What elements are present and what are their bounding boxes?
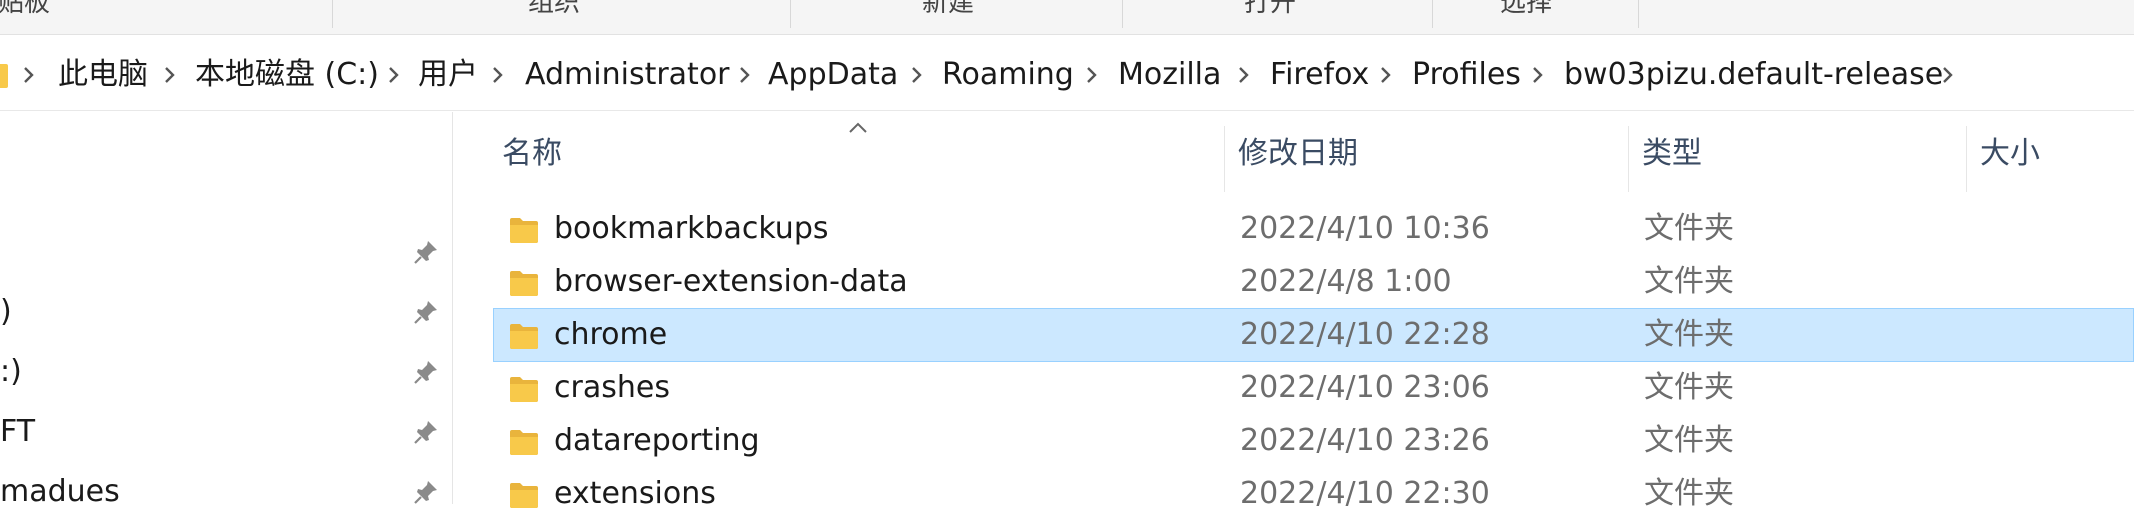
- crumb-mozilla[interactable]: Mozilla: [1118, 57, 1221, 93]
- file-type: 文件夹: [1644, 423, 1734, 458]
- file-date: 2022/4/10 10:36: [1240, 211, 1490, 246]
- folder-icon: [509, 216, 539, 244]
- crumb-this-pc[interactable]: 此电脑: [58, 57, 148, 93]
- column-header-type[interactable]: 类型: [1642, 134, 1702, 174]
- nav-item[interactable]: madues: [0, 466, 452, 518]
- folder-icon: [509, 269, 539, 297]
- chevron-right-icon[interactable]: [732, 62, 758, 88]
- ribbon-group-new[interactable]: 新建: [922, 0, 974, 20]
- ribbon-group-organize[interactable]: 组织: [528, 0, 580, 20]
- file-date: 2022/4/8 1:00: [1240, 264, 1452, 299]
- ribbon-divider: [1122, 0, 1123, 28]
- file-name: extensions: [554, 476, 716, 511]
- ribbon: 剪贴板 组织 新建 打开 选择: [0, 0, 2134, 35]
- chevron-right-icon[interactable]: [485, 62, 511, 88]
- list-item-selected[interactable]: chrome 2022/4/10 22:28 文件夹: [493, 308, 2134, 362]
- column-headers: 名称 修改日期 类型 大小: [454, 112, 2134, 202]
- file-name: datareporting: [554, 423, 760, 458]
- sort-ascending-icon: [847, 120, 869, 134]
- chevron-right-icon[interactable]: [1079, 62, 1105, 88]
- chevron-right-icon[interactable]: [1935, 62, 1961, 88]
- file-date: 2022/4/10 23:26: [1240, 423, 1490, 458]
- file-name: crashes: [554, 370, 670, 405]
- crumb-roaming[interactable]: Roaming: [942, 57, 1074, 93]
- ribbon-divider: [790, 0, 791, 28]
- list-item[interactable]: extensions 2022/4/10 22:30 文件夹: [493, 467, 2134, 521]
- nav-item[interactable]: ): [0, 286, 452, 338]
- list-item[interactable]: datareporting 2022/4/10 23:26 文件夹: [493, 414, 2134, 468]
- chevron-right-icon[interactable]: [904, 62, 930, 88]
- file-name: chrome: [554, 317, 668, 352]
- folder-icon: [509, 322, 539, 350]
- nav-item[interactable]: FT: [0, 406, 452, 458]
- ribbon-group-clipboard[interactable]: 剪贴板: [0, 0, 50, 20]
- column-divider[interactable]: [1224, 126, 1225, 192]
- chevron-right-icon[interactable]: [1525, 62, 1551, 88]
- pin-icon[interactable]: [412, 238, 440, 266]
- column-header-size[interactable]: 大小: [1980, 134, 2040, 174]
- folder-icon: [509, 428, 539, 456]
- chevron-right-icon[interactable]: [381, 62, 407, 88]
- crumb-users[interactable]: 用户: [418, 57, 478, 93]
- ribbon-divider: [1432, 0, 1433, 28]
- file-name: browser-extension-data: [554, 264, 908, 299]
- ribbon-group-open[interactable]: 打开: [1244, 0, 1296, 20]
- ribbon-group-select[interactable]: 选择: [1500, 0, 1552, 20]
- file-type: 文件夹: [1644, 370, 1734, 405]
- pin-icon[interactable]: [412, 298, 440, 326]
- ribbon-divider: [332, 0, 333, 28]
- file-type: 文件夹: [1644, 211, 1734, 246]
- nav-item-label: :): [0, 354, 22, 389]
- nav-item-label: madues: [0, 474, 120, 509]
- list-item[interactable]: bookmarkbackups 2022/4/10 10:36 文件夹: [493, 202, 2134, 256]
- crumb-local-disk[interactable]: 本地磁盘 (C:): [195, 57, 379, 93]
- list-item[interactable]: crashes 2022/4/10 23:06 文件夹: [493, 361, 2134, 415]
- folder-icon: [509, 481, 539, 509]
- navigation-pane: ) :) FT madues: [0, 112, 453, 509]
- breadcrumb[interactable]: 此电脑 本地磁盘 (C:) 用户 Administrator AppData R…: [0, 38, 2134, 111]
- file-date: 2022/4/10 22:30: [1240, 476, 1490, 511]
- crumb-profiles[interactable]: Profiles: [1412, 57, 1521, 93]
- nav-item-label: FT: [0, 414, 36, 449]
- chevron-right-icon[interactable]: [1231, 62, 1257, 88]
- column-divider[interactable]: [1628, 126, 1629, 192]
- crumb-administrator[interactable]: Administrator: [525, 57, 730, 93]
- crumb-appdata[interactable]: AppData: [768, 57, 898, 93]
- nav-item[interactable]: :): [0, 346, 452, 398]
- folder-icon: [509, 375, 539, 403]
- file-type: 文件夹: [1644, 476, 1734, 511]
- folder-icon: [0, 60, 8, 90]
- file-type: 文件夹: [1644, 317, 1734, 352]
- file-date: 2022/4/10 22:28: [1240, 317, 1490, 352]
- crumb-profile-folder[interactable]: bw03pizu.default-release: [1564, 57, 1943, 93]
- crumb-firefox[interactable]: Firefox: [1270, 57, 1369, 93]
- chevron-right-icon[interactable]: [1373, 62, 1399, 88]
- file-name: bookmarkbackups: [554, 211, 829, 246]
- pin-icon[interactable]: [412, 418, 440, 446]
- list-item[interactable]: browser-extension-data 2022/4/8 1:00 文件夹: [493, 255, 2134, 309]
- pin-icon[interactable]: [412, 358, 440, 386]
- nav-item-label: ): [0, 294, 12, 329]
- file-date: 2022/4/10 23:06: [1240, 370, 1490, 405]
- column-header-name[interactable]: 名称: [502, 134, 562, 174]
- nav-item[interactable]: [0, 226, 452, 278]
- chevron-right-icon[interactable]: [157, 62, 183, 88]
- column-divider[interactable]: [1966, 126, 1967, 192]
- column-header-date[interactable]: 修改日期: [1238, 134, 1358, 174]
- chevron-right-icon[interactable]: [16, 62, 42, 88]
- pin-icon[interactable]: [412, 478, 440, 506]
- ribbon-divider: [1638, 0, 1639, 28]
- file-type: 文件夹: [1644, 264, 1734, 299]
